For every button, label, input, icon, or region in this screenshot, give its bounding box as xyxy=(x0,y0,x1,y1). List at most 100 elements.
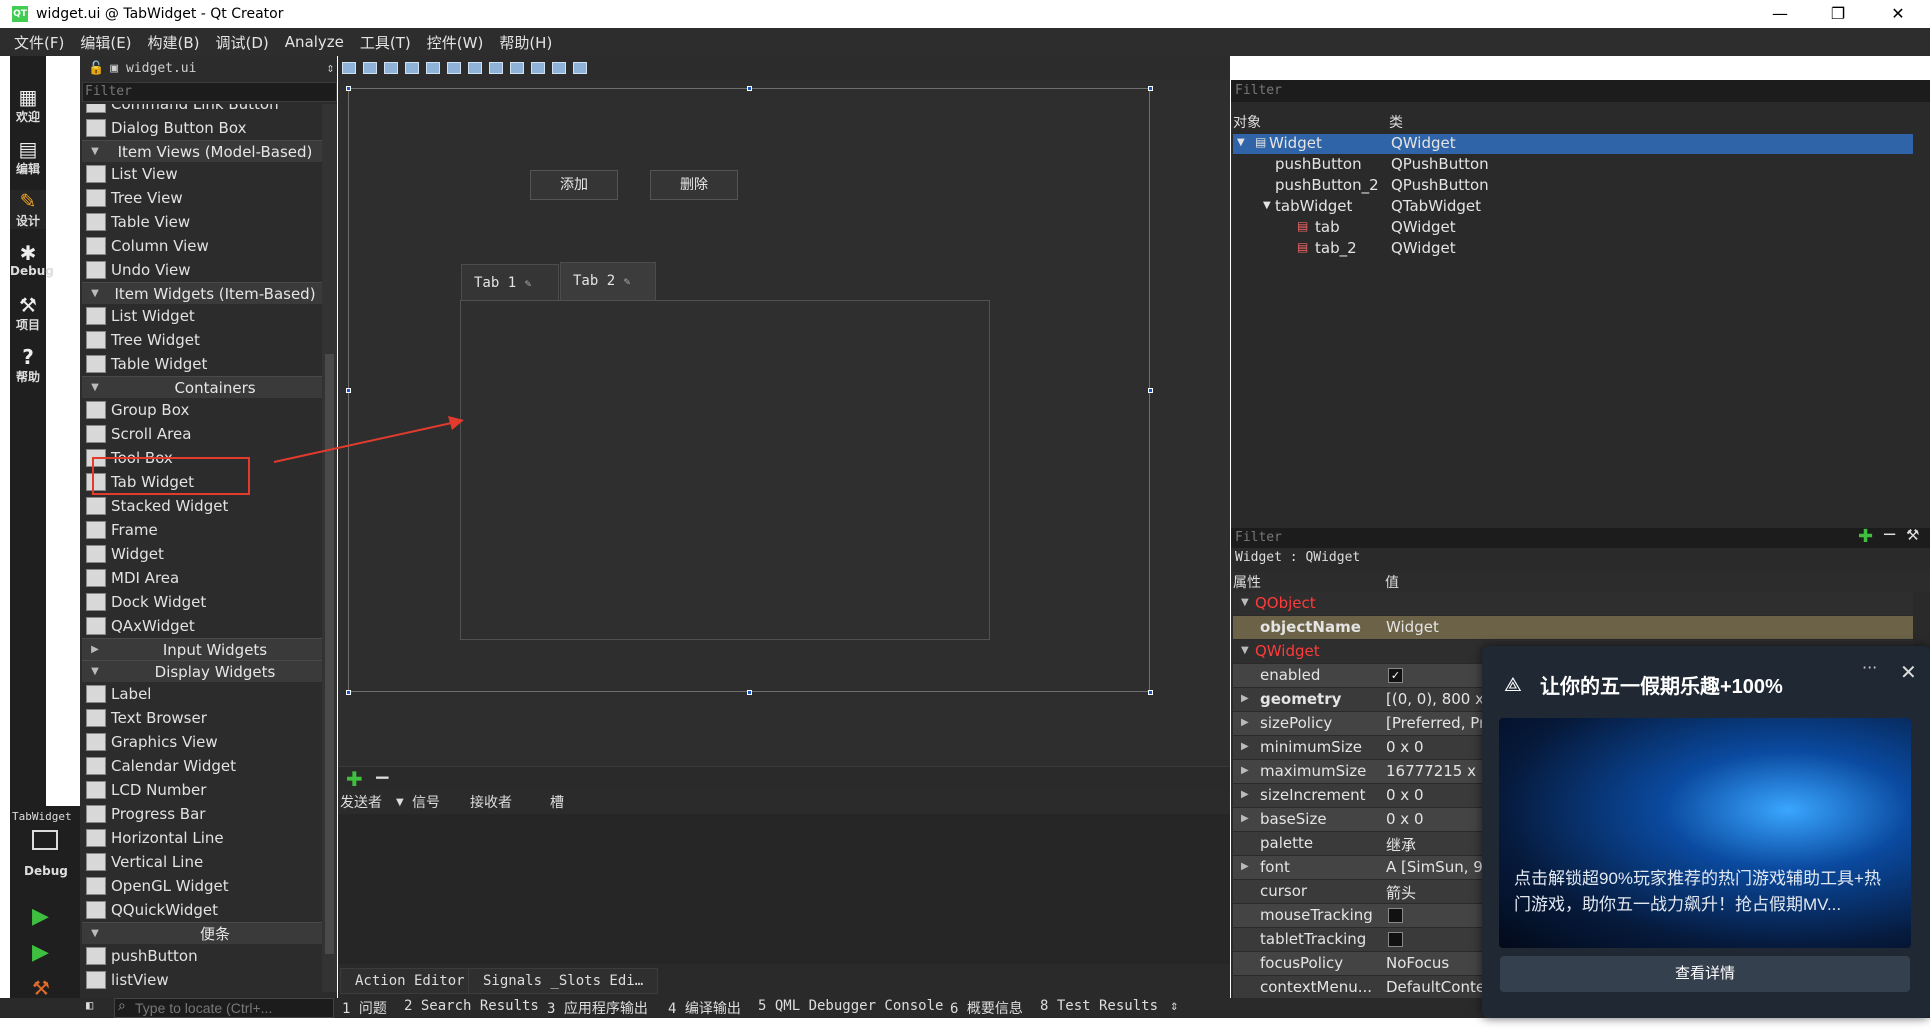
edit-tab-order-icon[interactable] xyxy=(405,62,419,74)
layout-grid-icon[interactable] xyxy=(510,62,524,74)
property-value[interactable]: 0 x 0 xyxy=(1386,786,1424,804)
menu-widgets[interactable]: 控件(W) xyxy=(427,32,484,53)
menu-edit[interactable]: 编辑(E) xyxy=(80,32,131,53)
property-value[interactable]: 箭头 xyxy=(1386,882,1416,903)
output-pane-6[interactable]: 6 概要信息 xyxy=(950,998,1023,1018)
more-panes-icon[interactable]: ⇕ xyxy=(1170,998,1178,1014)
resize-handle[interactable] xyxy=(747,86,752,91)
tab-1[interactable]: Tab 1 ✎ xyxy=(461,264,559,300)
property-filter-input[interactable]: Filter xyxy=(1231,528,1930,548)
object-tree-row[interactable]: ▤ tab QWidget xyxy=(1233,218,1913,238)
edit-signals-icon[interactable] xyxy=(363,62,377,74)
open-file-name[interactable]: widget.ui xyxy=(126,61,196,76)
resize-handle[interactable] xyxy=(346,690,351,695)
minimize-icon[interactable]: — xyxy=(1752,0,1808,28)
widget-list-scrollbar[interactable] xyxy=(322,104,337,992)
menu-analyze[interactable]: Analyze xyxy=(285,33,344,51)
add-connection-icon[interactable]: ✚ xyxy=(346,767,363,791)
widget-item[interactable]: LCD Number xyxy=(82,778,322,802)
property-section[interactable]: ▼ QObject xyxy=(1233,592,1913,616)
resize-handle[interactable] xyxy=(346,86,351,91)
layout-form-icon[interactable] xyxy=(531,62,545,74)
resize-handle[interactable] xyxy=(1148,388,1153,393)
widget-item[interactable]: Stacked Widget xyxy=(82,494,322,518)
widget-item[interactable]: Table Widget xyxy=(82,352,322,376)
widget-item[interactable]: Tree Widget xyxy=(82,328,322,352)
view-details-button[interactable]: 查看详情 xyxy=(1500,956,1910,992)
widget-item[interactable]: Scroll Area xyxy=(82,422,322,446)
widget-item[interactable]: Command Link Button xyxy=(82,104,322,116)
object-tree-row[interactable]: pushButton_2 QPushButton xyxy=(1233,176,1913,196)
output-pane-3[interactable]: 3 应用程序输出 xyxy=(547,998,648,1018)
col-slot[interactable]: 槽 xyxy=(550,792,564,812)
property-value[interactable]: A [SimSun, 9 xyxy=(1386,858,1483,876)
output-pane-8[interactable]: 8 Test Results xyxy=(1040,998,1158,1014)
output-pane-4[interactable]: 4 编译输出 xyxy=(668,998,741,1018)
menu-build[interactable]: 构建(B) xyxy=(148,32,200,53)
col-class[interactable]: 类 xyxy=(1389,112,1403,132)
object-tree-row[interactable]: ▼ tabWidget QTabWidget xyxy=(1233,197,1913,217)
widget-item[interactable]: QQuickWidget xyxy=(82,898,322,922)
widget-item[interactable]: Graphics View xyxy=(82,730,322,754)
debug-run-icon[interactable]: ▶ xyxy=(32,940,49,965)
property-value[interactable]: [Preferred, Pr xyxy=(1386,714,1485,732)
menu-tools[interactable]: 工具(T) xyxy=(360,32,411,53)
widget-item[interactable]: List View xyxy=(82,162,322,186)
menu-help[interactable]: 帮助(H) xyxy=(499,32,552,53)
kit-project-name[interactable]: TabWidget xyxy=(12,810,72,823)
widget-item[interactable]: Calendar Widget xyxy=(82,754,322,778)
col-object[interactable]: 对象 xyxy=(1233,112,1261,132)
widget-item[interactable]: Text Browser xyxy=(82,706,322,730)
layout-split-v-icon[interactable] xyxy=(489,62,503,74)
restore-icon[interactable]: ❐ xyxy=(1810,0,1866,28)
widget-category[interactable]: ▼ Item Widgets (Item-Based) xyxy=(82,282,322,304)
remove-property-icon[interactable]: − xyxy=(1882,524,1897,545)
collapse-arrow-icon[interactable]: ▶ xyxy=(1241,789,1249,800)
menu-debug[interactable]: 调试(D) xyxy=(216,32,269,53)
collapse-arrow-icon[interactable]: ▶ xyxy=(1241,693,1249,704)
locator-input[interactable]: Type to locate (Ctrl+... xyxy=(114,998,334,1018)
resize-handle[interactable] xyxy=(747,690,752,695)
toggle-sidebar-icon[interactable]: ◧ xyxy=(86,998,93,1012)
widget-item[interactable]: Dock Widget xyxy=(82,590,322,614)
mode-debug[interactable]: ✱ Debug xyxy=(10,242,54,278)
mode-help[interactable]: ? 帮助 xyxy=(10,346,46,385)
col-property[interactable]: 属性 xyxy=(1233,572,1261,592)
widget-item[interactable]: pushButton xyxy=(82,944,322,968)
tab-2[interactable]: Tab 2 ✎ xyxy=(560,262,656,300)
expand-arrow-icon[interactable]: ▼ xyxy=(1241,645,1249,656)
configure-icon[interactable]: ⚒ xyxy=(1906,526,1919,544)
property-value[interactable]: Widget xyxy=(1386,618,1439,636)
col-signal[interactable]: 信号 xyxy=(412,792,470,812)
tab-action-editor[interactable]: Action Editor xyxy=(340,968,480,994)
widget-item[interactable]: Vertical Line xyxy=(82,850,322,874)
resize-handle[interactable] xyxy=(1148,690,1153,695)
col-value[interactable]: 值 xyxy=(1385,572,1399,592)
remove-connection-icon[interactable]: − xyxy=(374,765,391,789)
layout-split-h-icon[interactable] xyxy=(468,62,482,74)
widget-item[interactable]: Horizontal Line xyxy=(82,826,322,850)
widget-filter-input[interactable]: Filter xyxy=(82,82,337,102)
col-receiver[interactable]: 接收者 xyxy=(470,792,550,812)
widget-item[interactable]: Label xyxy=(82,682,322,706)
widget-item[interactable]: Undo View xyxy=(82,258,322,282)
tab-signals-slots-editor[interactable]: Signals _Slots Edi… xyxy=(468,968,659,994)
collapse-arrow-icon[interactable]: ▶ xyxy=(1241,765,1249,776)
file-switch-icon[interactable]: ⇕ xyxy=(326,61,334,76)
widget-category[interactable]: ▼ Display Widgets xyxy=(82,660,322,682)
property-checkbox[interactable]: ✓ xyxy=(1388,668,1403,683)
monitor-icon[interactable] xyxy=(32,830,58,850)
property-checkbox[interactable] xyxy=(1388,932,1403,947)
widget-item[interactable]: QAxWidget xyxy=(82,614,322,638)
object-tree-scrollbar[interactable] xyxy=(1914,112,1930,522)
mode-welcome[interactable]: ▦ 欢迎 xyxy=(10,86,46,125)
widget-item[interactable]: listView xyxy=(82,968,322,992)
widget-item[interactable]: Column View xyxy=(82,234,322,258)
tab-page[interactable] xyxy=(460,300,990,640)
widget-item[interactable]: MDI Area xyxy=(82,566,322,590)
add-button[interactable]: 添加 xyxy=(530,170,618,200)
delete-button[interactable]: 删除 xyxy=(650,170,738,200)
object-filter-input[interactable]: Filter xyxy=(1231,80,1930,102)
resize-handle[interactable] xyxy=(346,388,351,393)
collapse-arrow-icon[interactable]: ▶ xyxy=(1241,741,1249,752)
